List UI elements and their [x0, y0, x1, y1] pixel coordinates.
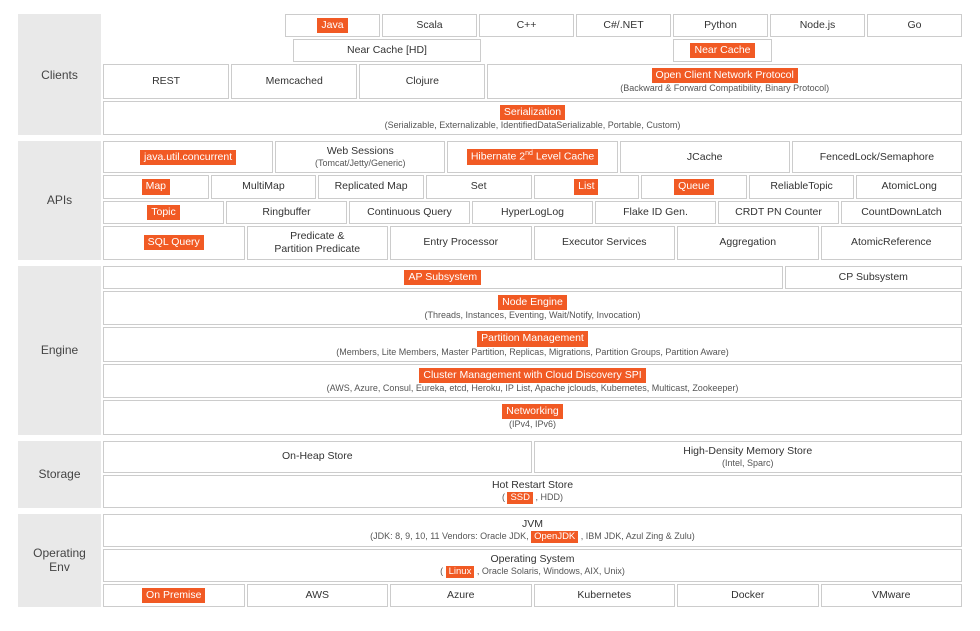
client-rest: REST: [103, 64, 229, 98]
engine-partition: Partition Management (Members, Lite Memb…: [103, 327, 962, 361]
storage-onheap: On-Heap Store: [103, 441, 532, 473]
api-topic: Topic: [103, 201, 224, 224]
deploy-vmware: VMware: [821, 584, 963, 607]
section-clients: Clients Java Scala C++ C#/.NET Python No…: [18, 14, 962, 135]
lang-scala: Scala: [382, 14, 477, 37]
deploy-kubernetes: Kubernetes: [534, 584, 676, 607]
near-cache: Near Cache: [673, 39, 772, 62]
api-crdt-pn: CRDT PN Counter: [718, 201, 839, 224]
lang-cpp: C++: [479, 14, 574, 37]
env-os: Operating System ( Linux , Oracle Solari…: [103, 549, 962, 582]
section-label-apis: APIs: [18, 141, 103, 260]
lang-csharp: C#/.NET: [576, 14, 671, 37]
deploy-aws: AWS: [247, 584, 389, 607]
row-client-langs: Java Scala C++ C#/.NET Python Node.js Go: [103, 14, 962, 37]
api-set: Set: [426, 175, 532, 198]
api-atomic-reference: AtomicReference: [821, 226, 963, 260]
serialization: Serialization (Serializable, Externaliza…: [103, 101, 962, 135]
api-atomic-long: AtomicLong: [856, 175, 962, 198]
deploy-azure: Azure: [390, 584, 532, 607]
engine-networking: Networking (IPv4, IPv6): [103, 400, 962, 434]
storage-hd-memory: High-Density Memory Store(Intel, Sparc): [534, 441, 963, 473]
engine-cp-subsystem: CP Subsystem: [785, 266, 962, 289]
deploy-on-premise: On Premise: [103, 584, 245, 607]
section-label-engine: Engine: [18, 266, 103, 435]
near-cache-hd: Near Cache [HD]: [293, 39, 481, 62]
client-memcached: Memcached: [231, 64, 357, 98]
storage-ssd: SSD: [507, 492, 533, 504]
api-replicated-map: Replicated Map: [318, 175, 424, 198]
api-sql-query: SQL Query: [103, 226, 245, 260]
env-openjdk: OpenJDK: [531, 531, 578, 543]
api-jcache: JCache: [620, 141, 790, 173]
api-flake-id: Flake ID Gen.: [595, 201, 716, 224]
client-clojure: Clojure: [359, 64, 485, 98]
section-engine: Engine AP Subsystem CP Subsystem Node En…: [18, 266, 962, 435]
engine-cluster-mgmt: Cluster Management with Cloud Discovery …: [103, 364, 962, 398]
lang-java: Java: [285, 14, 380, 37]
section-operating-env: Operating Env JVM (JDK: 8, 9, 10, 11 Ven…: [18, 514, 962, 607]
engine-ap-subsystem: AP Subsystem: [103, 266, 783, 289]
env-linux: Linux: [446, 566, 475, 578]
section-label-clients: Clients: [18, 14, 103, 135]
row-near-cache: Near Cache [HD] Near Cache: [103, 39, 962, 62]
section-label-storage: Storage: [18, 441, 103, 508]
api-executor-services: Executor Services: [534, 226, 676, 260]
deploy-docker: Docker: [677, 584, 819, 607]
api-web-sessions: Web Sessions(Tomcat/Jetty/Generic): [275, 141, 445, 173]
api-multimap: MultiMap: [211, 175, 317, 198]
env-jvm: JVM (JDK: 8, 9, 10, 11 Vendors: Oracle J…: [103, 514, 962, 547]
engine-node: Node Engine (Threads, Instances, Eventin…: [103, 291, 962, 325]
api-aggregation: Aggregation: [677, 226, 819, 260]
lang-node: Node.js: [770, 14, 865, 37]
lang-go: Go: [867, 14, 962, 37]
storage-hot-restart: Hot Restart Store ( SSD , HDD): [103, 475, 962, 508]
api-fenced-lock: FencedLock/Semaphore: [792, 141, 962, 173]
api-juc: java.util.concurrent: [103, 141, 273, 173]
api-reliable-topic: ReliableTopic: [749, 175, 855, 198]
open-client-protocol: Open Client Network Protocol (Backward &…: [487, 64, 962, 98]
api-queue: Queue: [641, 175, 747, 198]
api-ringbuffer: Ringbuffer: [226, 201, 347, 224]
api-hyperloglog: HyperLogLog: [472, 201, 593, 224]
section-storage: Storage On-Heap Store High-Density Memor…: [18, 441, 962, 508]
row-env-deploy: On Premise AWS Azure Kubernetes Docker V…: [103, 584, 962, 607]
api-entry-processor: Entry Processor: [390, 226, 532, 260]
api-list: List: [534, 175, 640, 198]
section-apis: APIs java.util.concurrent Web Sessions(T…: [18, 141, 962, 260]
api-map: Map: [103, 175, 209, 198]
section-label-env: Operating Env: [18, 514, 103, 607]
api-continuous-query: Continuous Query: [349, 201, 470, 224]
row-protocols: REST Memcached Clojure Open Client Netwo…: [103, 64, 962, 98]
api-predicate: Predicate & Partition Predicate: [247, 226, 389, 260]
lang-python: Python: [673, 14, 768, 37]
api-hibernate: Hibernate 2nd Level Cache: [447, 141, 617, 173]
api-countdownlatch: CountDownLatch: [841, 201, 962, 224]
